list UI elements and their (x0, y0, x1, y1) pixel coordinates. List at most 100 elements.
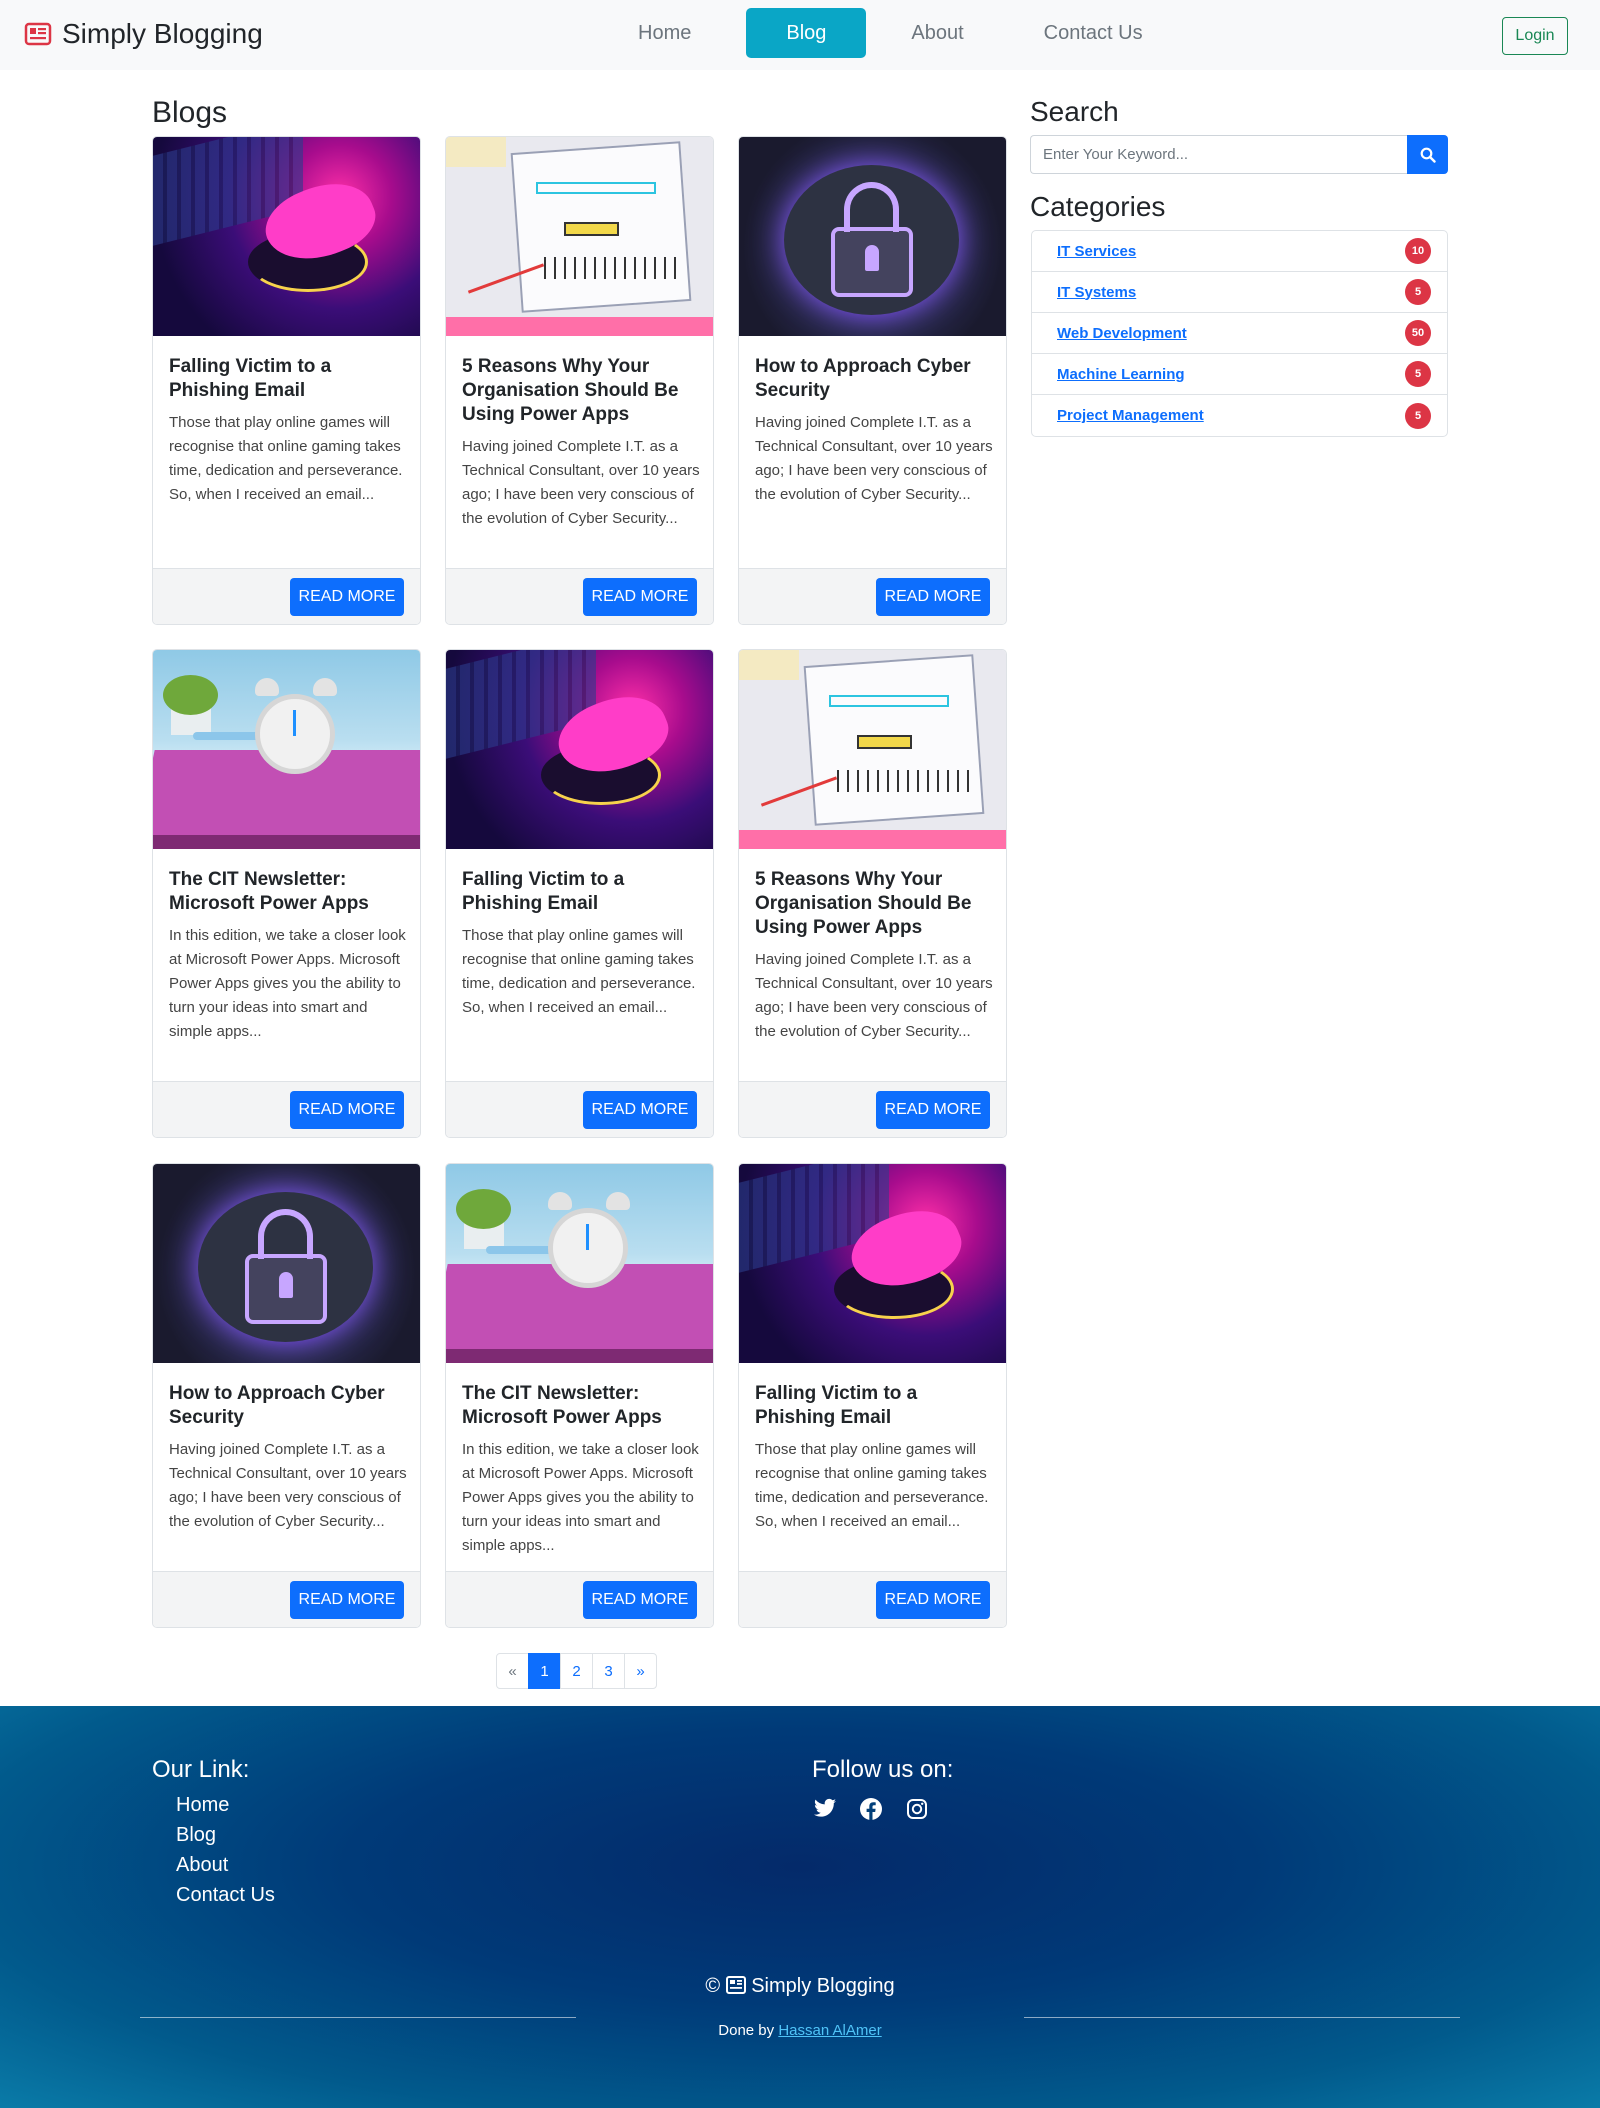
credit-prefix: Done by (718, 2022, 775, 2039)
blog-card-title[interactable]: The CIT Newsletter: Microsoft Power Apps (462, 1382, 702, 1430)
read-more-button[interactable]: READ MORE (290, 1581, 404, 1619)
pagination-page-3[interactable]: 3 (592, 1653, 625, 1689)
blog-card-title[interactable]: How to Approach Cyber Security (755, 355, 995, 403)
category-item: Project Management 5 (1032, 395, 1447, 436)
brand-name: Simply Blogging (62, 18, 263, 49)
blog-card-footer: READ MORE (739, 568, 1006, 624)
footer-brand-name: Simply Blogging (751, 1975, 895, 1997)
blog-card-title[interactable]: Falling Victim to a Phishing Email (169, 355, 409, 403)
alarm-clock-photo[interactable] (153, 650, 420, 849)
search-heading: Search (1030, 96, 1119, 127)
footer-links: Home Blog About Contact Us (176, 1794, 275, 1914)
blog-card: Falling Victim to a Phishing Email Those… (445, 649, 714, 1138)
category-count-badge: 5 (1405, 361, 1431, 387)
blog-card-excerpt: In this edition, we take a closer look a… (462, 1441, 699, 1554)
blog-card-footer: READ MORE (153, 1571, 420, 1627)
read-more-button[interactable]: READ MORE (290, 578, 404, 616)
footer-divider (140, 2017, 576, 2018)
category-link-it-systems[interactable]: IT Systems (1057, 284, 1136, 301)
search-form (1030, 135, 1448, 174)
footer-link-home[interactable]: Home (176, 1794, 275, 1824)
category-item: IT Services 10 (1032, 231, 1447, 272)
footer-follow-heading: Follow us on: (812, 1756, 954, 1783)
mouse-photo[interactable] (739, 1164, 1006, 1363)
main-nav: Home Blog About Contact Us (603, 8, 1188, 58)
category-count-badge: 5 (1405, 402, 1431, 429)
blog-card-title[interactable]: 5 Reasons Why Your Organisation Should B… (462, 355, 702, 427)
mouse-photo[interactable] (153, 137, 420, 336)
footer-brand: © Simply Blogging (0, 1975, 1600, 1998)
read-more-button[interactable]: READ MORE (583, 1091, 697, 1129)
footer-links-heading: Our Link: (152, 1756, 250, 1783)
footer-link-blog[interactable]: Blog (176, 1824, 275, 1854)
instagram-icon[interactable] (904, 1796, 930, 1822)
search-button[interactable] (1407, 135, 1448, 174)
blogs-heading: Blogs (152, 96, 228, 129)
copyright-symbol: © (705, 1975, 721, 1997)
blog-card-title[interactable]: Falling Victim to a Phishing Email (755, 1382, 995, 1430)
read-more-button[interactable]: READ MORE (290, 1091, 404, 1129)
blog-card: How to Approach Cyber Security Having jo… (738, 136, 1007, 625)
facebook-icon[interactable] (858, 1796, 884, 1822)
blog-card: The CIT Newsletter: Microsoft Power Apps… (445, 1163, 714, 1628)
author-link[interactable]: Hassan AlAmer (778, 2022, 881, 2039)
login-button[interactable]: Login (1502, 17, 1568, 55)
blog-card-excerpt: Having joined Complete I.T. as a Technic… (755, 951, 993, 1040)
nav-home[interactable]: Home (603, 8, 726, 58)
category-link-web-development[interactable]: Web Development (1057, 325, 1187, 342)
mouse-photo[interactable] (446, 650, 713, 849)
wireframe-sketch-photo[interactable] (739, 650, 1006, 849)
read-more-button[interactable]: READ MORE (583, 1581, 697, 1619)
pagination-page-1[interactable]: 1 (528, 1653, 561, 1689)
pagination-next[interactable]: » (624, 1653, 657, 1689)
footer-link-contact-us[interactable]: Contact Us (176, 1884, 275, 1914)
read-more-button[interactable]: READ MORE (583, 578, 697, 616)
read-more-button[interactable]: READ MORE (876, 1091, 990, 1129)
category-item: IT Systems 5 (1032, 272, 1447, 313)
pagination: « 1 2 3 » (496, 1653, 657, 1689)
blog-card-title[interactable]: The CIT Newsletter: Microsoft Power Apps (169, 868, 409, 916)
category-count-badge: 10 (1405, 238, 1431, 264)
nav-blog[interactable]: Blog (746, 8, 867, 58)
nav-contact-us[interactable]: Contact Us (1009, 8, 1178, 58)
pagination-prev[interactable]: « (496, 1653, 529, 1689)
blog-card-title[interactable]: Falling Victim to a Phishing Email (462, 868, 702, 916)
digital-lock-photo[interactable] (739, 137, 1006, 336)
blog-card-excerpt: Having joined Complete I.T. as a Technic… (169, 1441, 407, 1530)
blog-card: Falling Victim to a Phishing Email Those… (152, 136, 421, 625)
read-more-button[interactable]: READ MORE (876, 1581, 990, 1619)
nav-about[interactable]: About (876, 8, 998, 58)
social-links (812, 1796, 930, 1822)
footer-link-about[interactable]: About (176, 1854, 275, 1884)
blog-card-excerpt: Those that play online games will recogn… (169, 414, 403, 503)
wireframe-sketch-photo[interactable] (446, 137, 713, 336)
blog-card-footer: READ MORE (739, 1081, 1006, 1137)
blog-card: 5 Reasons Why Your Organisation Should B… (445, 136, 714, 625)
blog-card: Falling Victim to a Phishing Email Those… (738, 1163, 1007, 1628)
blog-card-title[interactable]: How to Approach Cyber Security (169, 1382, 409, 1430)
newspaper-icon (725, 1976, 746, 1994)
pagination-page-2[interactable]: 2 (560, 1653, 593, 1689)
blog-card-excerpt: Having joined Complete I.T. as a Technic… (755, 414, 993, 503)
blog-card-excerpt: In this edition, we take a closer look a… (169, 927, 406, 1040)
alarm-clock-photo[interactable] (446, 1164, 713, 1363)
blog-card-footer: READ MORE (739, 1571, 1006, 1627)
category-link-it-services[interactable]: IT Services (1057, 243, 1136, 260)
blog-card: How to Approach Cyber Security Having jo… (152, 1163, 421, 1628)
category-count-badge: 50 (1405, 320, 1431, 346)
search-input[interactable] (1030, 135, 1407, 174)
blog-card-footer: READ MORE (446, 1571, 713, 1627)
category-link-machine-learning[interactable]: Machine Learning (1057, 366, 1185, 383)
blog-card-footer: READ MORE (446, 1081, 713, 1137)
read-more-button[interactable]: READ MORE (876, 578, 990, 616)
navbar: Simply Blogging Home Blog About Contact … (0, 0, 1600, 70)
twitter-icon[interactable] (812, 1796, 838, 1822)
blog-card-title[interactable]: 5 Reasons Why Your Organisation Should B… (755, 868, 995, 940)
blog-card-excerpt: Having joined Complete I.T. as a Technic… (462, 438, 700, 527)
categories-heading: Categories (1030, 191, 1166, 222)
blog-card: The CIT Newsletter: Microsoft Power Apps… (152, 649, 421, 1138)
brand-link[interactable]: Simply Blogging (24, 18, 263, 50)
digital-lock-photo[interactable] (153, 1164, 420, 1363)
footer-credit: Done by Hassan AlAmer (0, 2022, 1600, 2039)
category-link-project-management[interactable]: Project Management (1057, 407, 1204, 424)
